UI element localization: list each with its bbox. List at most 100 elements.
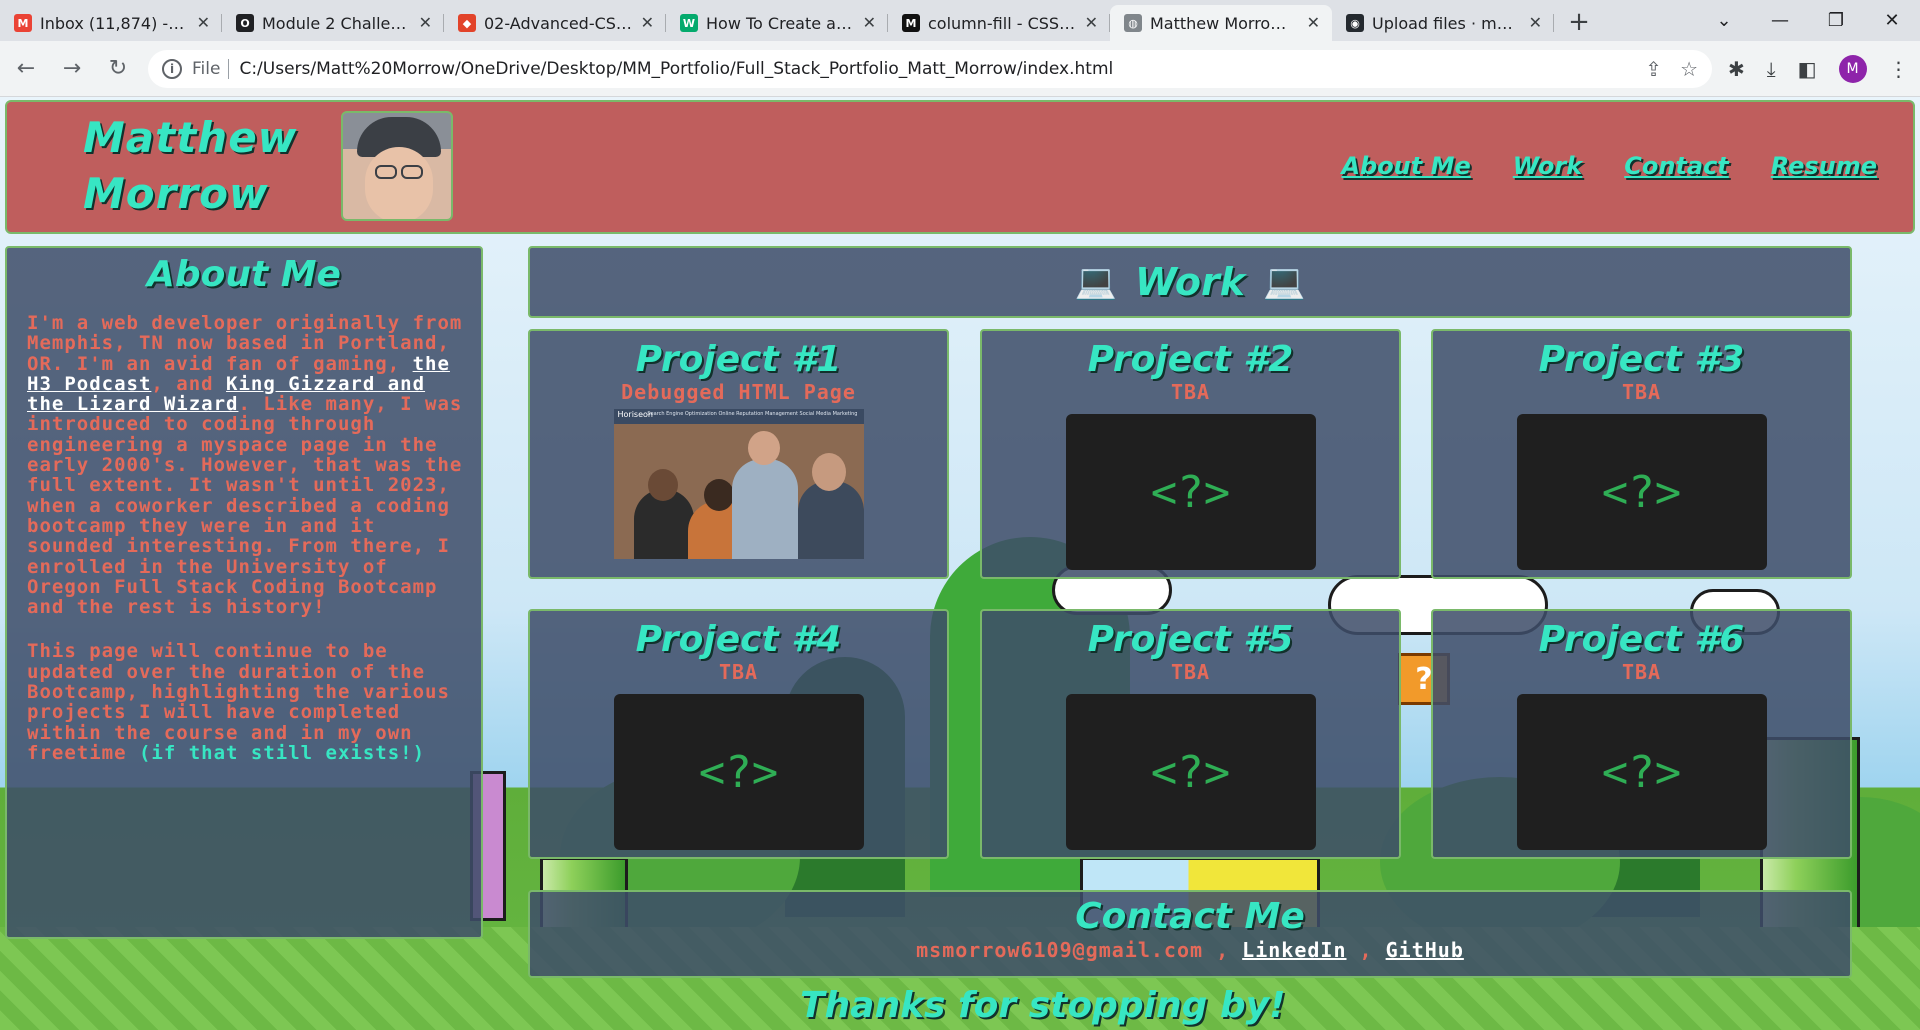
omnibox[interactable]: i File C:/Users/Matt%20Morrow/OneDrive/D… xyxy=(148,49,1712,88)
profile-avatar[interactable]: M xyxy=(1838,54,1867,83)
browser-tab[interactable]: W How To Create an Im ✕ xyxy=(666,5,888,41)
project-card-6[interactable]: Project #6 TBA <?> xyxy=(1431,609,1852,859)
nav-link-about[interactable]: About Me xyxy=(1341,152,1470,180)
tab-title: Module 2 Challenge xyxy=(262,13,410,33)
tab-close-icon[interactable]: ✕ xyxy=(197,13,210,32)
site-title: Matthew Morrow xyxy=(83,110,297,222)
tab-close-icon[interactable]: ✕ xyxy=(1307,13,1320,32)
globe-icon: ◍ xyxy=(1124,14,1142,32)
contact-links: msmorrow6109@gmail.com , LinkedIn , GitH… xyxy=(530,938,1850,962)
contact-section: Contact Me msmorrow6109@gmail.com , Link… xyxy=(528,890,1852,978)
about-text-run: . Like many, I was introduced to coding … xyxy=(27,393,463,619)
gmail-icon: M xyxy=(14,14,32,32)
window-controls: ⌄ — ❐ ✕ xyxy=(1696,0,1920,40)
tab-close-icon[interactable]: ✕ xyxy=(641,13,654,32)
close-window-button[interactable]: ✕ xyxy=(1864,0,1920,40)
code-placeholder-icon: <?> xyxy=(1065,414,1316,570)
canvas-icon: O xyxy=(236,14,254,32)
profile-photo xyxy=(341,111,453,221)
browser-tab[interactable]: ◍ Matthew Morrow's P ✕ xyxy=(1110,5,1332,41)
extensions-puzzle-icon[interactable]: ✱ xyxy=(1728,57,1745,81)
project-card-5[interactable]: Project #5 TBA <?> xyxy=(980,609,1401,859)
footer-thanks: Thanks for stopping by! xyxy=(800,985,1286,1026)
about-section: About Me I'm a web developer originally … xyxy=(5,246,483,939)
tab-close-icon[interactable]: ✕ xyxy=(419,13,432,32)
side-panel-icon[interactable]: ◧ xyxy=(1798,57,1817,81)
tab-title: Inbox (11,874) - msm xyxy=(40,13,188,33)
code-placeholder-icon: <?> xyxy=(1516,694,1767,850)
work-heading: Work xyxy=(1135,260,1245,304)
browser-tab[interactable]: ◉ Upload files · mmorr ✕ xyxy=(1332,5,1554,41)
tab-title: How To Create an Im xyxy=(706,13,854,33)
site-title-line: Morrow xyxy=(83,169,269,218)
project-subtitle: TBA xyxy=(1621,380,1662,404)
linkedin-link[interactable]: LinkedIn xyxy=(1242,938,1346,962)
laptop-icon: 💻 xyxy=(1262,262,1306,302)
new-tab-button[interactable]: + xyxy=(1562,5,1596,39)
contact-separator: , xyxy=(1346,938,1386,962)
project-subtitle: TBA xyxy=(718,660,759,684)
share-icon[interactable]: ⇪ xyxy=(1645,57,1662,81)
photo-glasses xyxy=(375,165,397,179)
about-text-run: , and xyxy=(151,372,227,395)
address-bar-row: ← → ↻ i File C:/Users/Matt%20Morrow/OneD… xyxy=(0,41,1920,97)
nav-link-work[interactable]: Work xyxy=(1513,152,1582,180)
laptop-icon: 💻 xyxy=(1074,262,1118,302)
about-heading: About Me xyxy=(147,254,341,295)
github-icon: ◉ xyxy=(1346,14,1364,32)
nav-link-resume[interactable]: Resume xyxy=(1771,152,1877,180)
browser-tab[interactable]: O Module 2 Challenge ✕ xyxy=(222,5,444,41)
project-card-3[interactable]: Project #3 TBA <?> xyxy=(1431,329,1852,579)
tab-title: Upload files · mmorr xyxy=(1372,13,1520,33)
downloads-icon[interactable]: ⤓ xyxy=(1767,57,1776,81)
thumb-head xyxy=(703,479,734,511)
project-card-4[interactable]: Project #4 TBA <?> xyxy=(528,609,949,859)
bookmark-star-icon[interactable]: ☆ xyxy=(1680,57,1698,81)
thumb-head xyxy=(747,431,780,465)
tab-title: column-fill - CSS: Cas xyxy=(928,13,1076,33)
github-link[interactable]: GitHub xyxy=(1386,938,1464,962)
work-heading-bar: 💻 Work 💻 xyxy=(528,246,1852,318)
tab-close-icon[interactable]: ✕ xyxy=(1085,13,1098,32)
project-card-2[interactable]: Project #2 TBA <?> xyxy=(980,329,1401,579)
thumb-nav: Search Engine Optimization Online Reputa… xyxy=(647,411,858,417)
browser-tab[interactable]: M Inbox (11,874) - msm ✕ xyxy=(0,5,222,41)
about-paragraph: This page will continue to be updated ov… xyxy=(27,641,467,763)
gitlab-icon: ◆ xyxy=(458,14,476,32)
email-link[interactable]: msmorrow6109@gmail.com xyxy=(916,938,1203,962)
thumb-person xyxy=(731,459,798,559)
reload-button[interactable]: ↻ xyxy=(98,49,138,89)
minimize-button[interactable]: — xyxy=(1752,0,1808,40)
mdn-icon: M xyxy=(902,14,920,32)
main-nav: About Me Work Contact Resume xyxy=(1341,152,1877,180)
code-placeholder-icon: <?> xyxy=(1065,694,1316,850)
browser-menu-icon[interactable]: ⋮ xyxy=(1889,57,1909,81)
restore-button[interactable]: ❐ xyxy=(1808,0,1864,40)
forward-button[interactable]: → xyxy=(52,49,92,89)
nav-link-contact[interactable]: Contact xyxy=(1624,152,1729,180)
site-title-line: Matthew xyxy=(83,113,298,162)
about-text-run: (if that still exists!) xyxy=(138,741,426,764)
project-title: Project #6 xyxy=(1538,619,1745,660)
browser-tab-bar: M Inbox (11,874) - msm ✕ O Module 2 Challeng… xyxy=(0,0,1920,41)
photo-glasses xyxy=(401,165,423,179)
tab-close-icon[interactable]: ✕ xyxy=(1529,13,1542,32)
project-thumbnail[interactable]: Horiseon Search Engine Optimization Onli… xyxy=(613,409,864,559)
url-text[interactable]: C:/Users/Matt%20Morrow/OneDrive/Desktop/… xyxy=(239,59,1627,79)
site-header: Matthew Morrow About Me Work Contact Res… xyxy=(5,100,1915,234)
tab-title: Matthew Morrow's P xyxy=(1150,13,1298,33)
browser-tab[interactable]: Mcolumn-fill - CSS: Cas ✕ xyxy=(888,5,1110,41)
site-info-icon[interactable]: i xyxy=(162,58,182,79)
tab-close-icon[interactable]: ✕ xyxy=(863,13,876,32)
tab-search-chevron-icon[interactable]: ⌄ xyxy=(1696,0,1752,40)
tab-title: 02-Advanced-CSS/02 xyxy=(484,13,632,33)
project-title: Project #1 xyxy=(635,339,842,380)
back-button[interactable]: ← xyxy=(6,49,46,89)
project-title: Project #5 xyxy=(1087,619,1294,660)
omnibox-divider xyxy=(228,58,230,79)
browser-tab[interactable]: ◆ 02-Advanced-CSS/02 ✕ xyxy=(444,5,666,41)
project-card-1[interactable]: Project #1 Debugged HTML Page Horiseon S… xyxy=(528,329,949,579)
contact-heading: Contact Me xyxy=(1075,896,1305,937)
project-title: Project #4 xyxy=(635,619,842,660)
page-viewport: ? Matthew Morrow About Me Work Contact R… xyxy=(0,97,1920,1030)
